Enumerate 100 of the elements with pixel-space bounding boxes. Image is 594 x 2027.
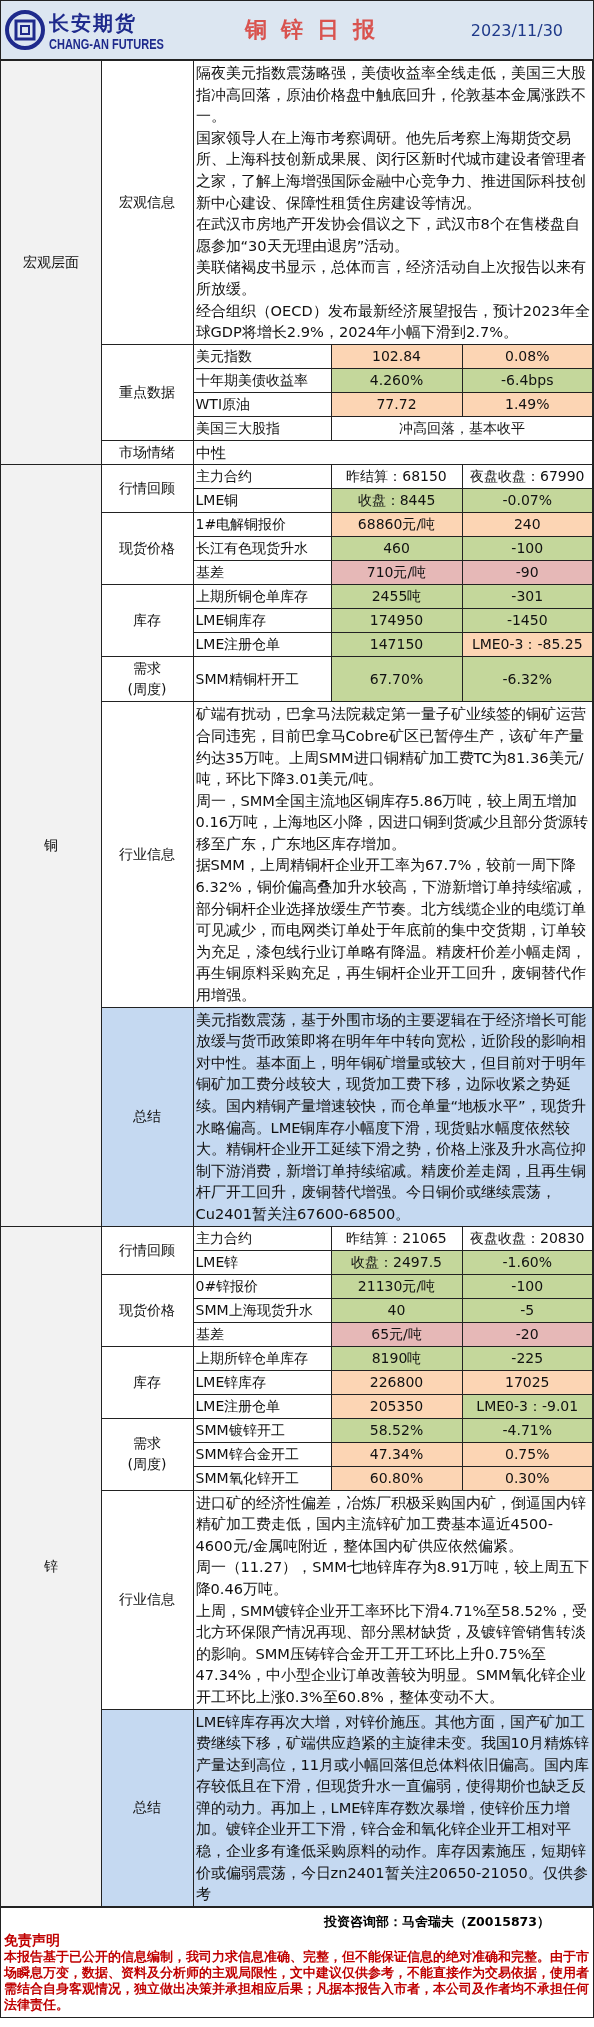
value-cell: -6.32% xyxy=(462,656,593,702)
value-cell: 77.72 xyxy=(331,392,462,417)
value-cell: 40 xyxy=(331,1298,462,1323)
value-cell: -301 xyxy=(462,584,593,609)
category-label: 行情回顾 xyxy=(101,1226,193,1275)
value-cell: 收盘：8445 xyxy=(331,488,462,513)
value-cell: 收盘：2497.5 xyxy=(331,1250,462,1275)
row-label: LME锌 xyxy=(193,1250,331,1275)
value-cell: 460 xyxy=(331,536,462,561)
value-cell: 冲高回落，基本收平 xyxy=(331,416,593,441)
value-cell: 710元/吨 xyxy=(331,560,462,585)
category-label: 行业信息 xyxy=(101,701,193,1008)
row-label: SMM上海现货升水 xyxy=(193,1298,331,1323)
value-cell: 47.34% xyxy=(331,1442,462,1467)
row-label: 1#电解铜报价 xyxy=(193,512,331,537)
section-label: 铜 xyxy=(1,464,101,1227)
disclaimer-title: 免责声明 xyxy=(4,1930,61,1949)
value-cell: 昨结算：21065 xyxy=(331,1226,462,1251)
value-cell: -4.71% xyxy=(462,1418,593,1443)
row-label: 美元指数 xyxy=(193,344,331,369)
section-label: 锌 xyxy=(1,1226,101,1907)
paragraph: 美元指数震荡，基于外围市场的主要逻辑在于经济增长可能放缓与货币政策即将在明年年中转向宽松，近阶段的影响相对中性。基本面上，明年铜矿增量或较大，但目前对于明年铜矿加工费分歧较大，现货加工费下移，边际收紧之势延续。国内精铜产量增速较快，而仓单量“地板水平”，现货升水略偏高。LME铜库存小幅度下滑，现货贴水幅度依然较大。精铜杆企业开工延续下滑之势，价格上涨及升水高位抑制下游消费，新增订单持续缩减。精废价差走阔，且再生铜杆厂开工回升，废铜替代增强。今日铜价或继续震荡，Cu2401暂关注67600-68500。 xyxy=(195,1009,587,1224)
category-label: 重点数据 xyxy=(101,344,193,441)
row-label: SMM镀锌开工 xyxy=(193,1418,331,1443)
row-label: LME注册仓单 xyxy=(193,1394,331,1419)
paragraph: 隔夜美元指数震荡略强，美债收益率全线走低，美国三大股指冲高回落，原油价格盘中触底回升，伦敦基本金属涨跌不一。 xyxy=(195,63,587,127)
row-label: SMM氧化锌开工 xyxy=(193,1466,331,1491)
row-label: 主力合约 xyxy=(193,1226,331,1251)
value-cell: 240 xyxy=(462,512,593,537)
value-cell: 0.75% xyxy=(462,1442,593,1467)
value-cell: 21130元/吨 xyxy=(331,1274,462,1299)
disclaimer-text: 本报告基于已公开的信息编制，我司力求信息准确、完整，但不能保证信息的绝对准确和完整。由于市场瞬息万变，数据、资料及分析师的主观局限性，文中建议仅供参考，不能直接作为交易依据，使用者需结合自身客观情况，独立做出决策并承担相应后果；凡据本报告入市者，本公司及作者均不承担任何法律责任。 xyxy=(4,1948,590,2013)
value-cell: -90 xyxy=(462,560,593,585)
category-label: 总结 xyxy=(101,1007,193,1227)
paragraph: 上周，SMM镀锌企业开工率环比下滑4.71%至58.52%，受北方环保限产情况再现、部分黑材缺货，及镀锌管销售转淡的影响。SMM压铸锌合金开工开工环比上升0.75%至47.34%，中小型企业订单改善较为明显。SMM氧化锌企业开工环比上涨0.3%至60.8%，整体变动不大。 xyxy=(195,1600,588,1707)
value-cell: LME0-3：-85.25 xyxy=(462,632,593,657)
value-cell: 夜盘收盘：67990 xyxy=(462,464,593,489)
row-label: WTI原油 xyxy=(193,392,331,417)
row-label: 上期所铜仓单库存 xyxy=(193,584,331,609)
category-label: 现货价格 xyxy=(101,512,193,585)
paragraph: 据SMM，上周精铜杆企业开工率为67.7%，较前一周下降6.32%，铜价偏高叠加升水较高，下游新增订单持续缩减，部分铜杆企业选择放缓生产节奏。北方线缆企业的电缆订单可见减少，而电网类订单处于年底前的集中交货期，订单较为充足，漆包线行业订单略有降温。精废杆价差小幅走阔，再生铜原料采购充足，再生铜杆企业开工回升，废铜替代作用增强。 xyxy=(195,855,588,1006)
value-cell: -1.60% xyxy=(462,1250,593,1275)
row-label: 美国三大股指 xyxy=(193,416,331,441)
logo-icon xyxy=(5,10,45,50)
value-cell: -20 xyxy=(462,1322,593,1347)
value-cell: 8190吨 xyxy=(331,1346,462,1371)
value-cell: 205350 xyxy=(331,1394,462,1419)
value-cell: 4.260% xyxy=(331,368,462,393)
paragraph: 中性 xyxy=(195,442,227,463)
category-label: 总结 xyxy=(101,1709,193,1907)
value-cell: -1450 xyxy=(462,608,593,633)
value-cell: -0.07% xyxy=(462,488,593,513)
value-cell: 1.49% xyxy=(462,392,593,417)
row-label: 上期所锌仓单库存 xyxy=(193,1346,331,1371)
paragraph: 进口矿的经济性偏差，冶炼厂积极采购国内矿，倒逼国内锌精矿加工费走低，国内主流锌矿加工费基本逼近4500-4600元/金属吨附近，整体国内矿供应依然偏紧。 xyxy=(195,1492,587,1556)
value-cell: 60.80% xyxy=(331,1466,462,1491)
row-label: LME铜库存 xyxy=(193,608,331,633)
category-label: 库存 xyxy=(101,1346,193,1419)
value-cell: 58.52% xyxy=(331,1418,462,1443)
paragraph: 经合组织（OECD）发布最新经济展望报告，预计2023年全球GDP将增长2.9%，2024年小幅下滑到2.7%。 xyxy=(195,300,590,343)
value-cell: 昨结算：68150 xyxy=(331,464,462,489)
report-title: 铜锌日报 xyxy=(245,16,390,44)
value-cell: 65元/吨 xyxy=(331,1322,462,1347)
value-cell: 67.70% xyxy=(331,656,462,702)
row-label: 基差 xyxy=(193,1322,331,1347)
value-cell: -225 xyxy=(462,1346,593,1371)
row-label: 0#锌报价 xyxy=(193,1274,331,1299)
author-line: 投资咨询部：马舍瑞夫（Z0015873） xyxy=(324,1913,550,1931)
category-label: 需求 (周度) xyxy=(101,1418,193,1491)
section-label: 宏观层面 xyxy=(1,60,101,465)
value-cell: -100 xyxy=(462,1274,593,1299)
paragraph: 国家领导人在上海市考察调研。他先后考察上海期货交易所、上海科技创新成果展、闵行区新时代城市建设者管理者之家，了解上海增强国际金融中心竞争力、推进国际科技创新中心建设、保障性租赁住房建设等情况。 xyxy=(195,127,587,213)
paragraph: 在武汉市房地产开发协会倡议之下，武汉市8个在售楼盘自愿参加“30天无理由退房”活动。 xyxy=(195,214,581,256)
category-label: 行业信息 xyxy=(101,1490,193,1709)
value-cell: -6.4bps xyxy=(462,368,593,393)
company-name: 长安期货 xyxy=(49,11,138,35)
company-name-english: CHANG-AN FUTURES xyxy=(49,35,164,54)
row-label: LME锌库存 xyxy=(193,1370,331,1395)
value-cell: 2455吨 xyxy=(331,584,462,609)
paragraph: 矿端有扰动，巴拿马法院裁定第一量子矿业续签的铜矿运营合同违宪，目前巴拿马Cobre矿区已暂停生产，该矿年产量约达35万吨。上周SMM进口铜精矿加工费TC为81.36美元/吨，环比下降3.01美元/吨。 xyxy=(195,704,587,790)
row-label: 十年期美债收益率 xyxy=(193,368,331,393)
value-cell: 0.30% xyxy=(462,1466,593,1491)
paragraph: 周一，SMM全国主流地区铜库存5.86万吨，较上周五增加0.16万吨，上海地区小降，因进口铜到货减少且部分货源转移至广东，广东地区库存增加。 xyxy=(195,790,589,854)
row-label: SMM锌合金开工 xyxy=(193,1442,331,1467)
category-label: 需求 (周度) xyxy=(101,656,193,702)
report-date: 2023/11/30 xyxy=(470,20,563,40)
category-label: 市场情绪 xyxy=(101,440,193,465)
row-label: SMM精铜杆开工 xyxy=(193,656,331,702)
value-cell: 147150 xyxy=(331,632,462,657)
row-label: LME铜 xyxy=(193,488,331,513)
value-cell: 0.08% xyxy=(462,344,593,369)
value-cell: 174950 xyxy=(331,608,462,633)
category-label: 现货价格 xyxy=(101,1274,193,1347)
value-cell: 226800 xyxy=(331,1370,462,1395)
value-cell: LME0-3：-9.01 xyxy=(462,1394,593,1419)
row-label: 长江有色现货升水 xyxy=(193,536,331,561)
category-label: 行情回顾 xyxy=(101,464,193,513)
paragraph: 周一（11.27），SMM七地锌库存为8.91万吨，较上周五下降0.46万吨。 xyxy=(195,1557,590,1599)
row-label: 主力合约 xyxy=(193,464,331,489)
row-label: LME注册仓单 xyxy=(193,632,331,657)
